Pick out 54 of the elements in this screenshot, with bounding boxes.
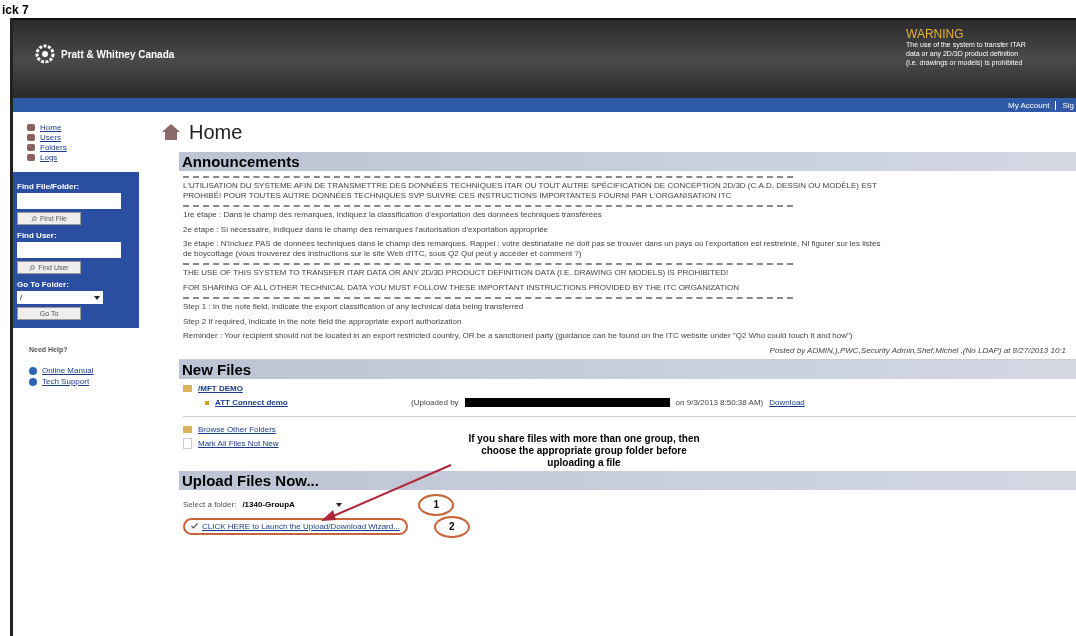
brand-name: Pratt & Whitney Canada	[61, 48, 175, 60]
search-icon	[29, 265, 36, 272]
folder-icon	[183, 385, 192, 392]
caret-icon	[94, 295, 100, 300]
document-caption: ick 7	[1, 3, 29, 17]
sidebar-link[interactable]: Users	[40, 132, 61, 142]
announcement-text: THE USE OF THIS SYSTEM TO TRANSFER ITAR DATA OR ANY 2D/3D PRODUCT DEFINITION DATA (I.E. DRAWING OR MODELS) IS PROHIBITED!	[183, 268, 730, 278]
input-field[interactable]	[17, 242, 121, 258]
announcement-text: 2e étape : Si nécessaire, indiquez dans le champ des remarques l'autorisation d'exportation appropriée	[183, 224, 550, 234]
mark-all-link[interactable]: Mark All Files Not New	[198, 439, 279, 448]
section-header: Upload Files Now...	[179, 470, 1076, 490]
section-header: Announcements	[179, 152, 1076, 171]
step-marker: 1	[418, 493, 455, 516]
input-field[interactable]	[17, 193, 121, 209]
step-marker: 2	[433, 515, 470, 538]
wizard-link[interactable]: CLICK HERE to Launch the Upload/Download Wizard...	[183, 518, 408, 535]
folder-dropdown[interactable]: /	[17, 291, 103, 304]
logo-icon	[35, 44, 55, 64]
check-icon	[191, 523, 198, 529]
field-label: Find User:	[17, 231, 58, 240]
caret-icon	[336, 502, 343, 507]
house-icon	[161, 123, 181, 141]
announcement-text: 3e étape : N'incluez PAS de données techniques dans le champ des remarques. Rappel : votre destinataire ne doit pas se trouver dans un pays où l'exportation est restreinte, NI figurer sur les listes de boycottage (vous trouverez des instructions sur le site Web d'ITC, sous Q2 Qui peut y accéder et comment ?)	[183, 239, 882, 258]
announcement-text: L'UTILISATION DU SYSTEME AFIN DE TRANSMETTRE DES DONNÉES TECHNIQUES ITAR OU TOUT AUTRE SPÉCIFICATION DE CONCEPTION 2D/3D (C.A.D. DESSIN OU MODÈLE) EST PROHIBÉ! POUR TOUTES AUTRE DONNÉES TECHNIQUES SVP SUIVRE CES INSTRUCTIONS IMPORTANTES FOURNI PAR L'ORGANISATION ITC	[183, 181, 878, 200]
nav-link[interactable]: Sig	[1055, 100, 1074, 110]
announcement-text: FOR SHARING OF ALL OTHER TECHNICAL DATA YOU MUST FOLLOW THESE IMPORTANT INSTRUCTIONS PROVIDED BY THE ITC ORGANIZATION	[183, 282, 740, 292]
upload-date-text: on 9/3/2013 8:50:38 AM)	[675, 398, 764, 407]
download-link[interactable]: Download	[769, 398, 805, 407]
sidebar-link[interactable]: Logs	[40, 152, 58, 162]
announcement-text: Reminder : Your recipient should not be located in an export restricted country, OR be a sanctioned party (guidance can be found on the ITC website under "Q2 Who could touch it and how")	[183, 331, 854, 341]
help-link[interactable]: Tech Support	[42, 377, 90, 386]
file-link[interactable]: ATT Connect demo	[215, 398, 405, 407]
announcement-text: Step 1 : In the note field, indicate the export classification of any technical data being transferred	[183, 302, 525, 312]
new-file-icon	[205, 400, 209, 405]
folder-dropdown[interactable]: /1340-GroupA	[242, 500, 343, 509]
nav-link[interactable]: My Account	[1008, 100, 1050, 110]
page-title: Home	[189, 120, 243, 144]
field-label: Go To Folder:	[17, 280, 70, 289]
browse-folders-link[interactable]: Browse Other Folders	[198, 425, 276, 434]
sidebar-link[interactable]: Folders	[40, 142, 67, 152]
warning-title: WARNING	[906, 28, 965, 40]
help-link[interactable]: Online Manual	[42, 366, 94, 375]
folder-link[interactable]: /MFT DEMO	[198, 384, 243, 393]
posted-by-text: Posted by ADMIN,),PWC,Security Admin,Shef,Michel ,(No LDAP) at 8/27/2013 10:1	[768, 345, 1067, 355]
sidebar-link[interactable]: Home	[40, 122, 62, 132]
announcement-text: Step 2 If required, indicate in the note field the appropriate export authorization	[183, 316, 463, 326]
document-icon	[183, 438, 192, 449]
announcement-text: 1re étape : Dans le champ des remarques, indiquez la classification d'exportation des données techniques transférées	[183, 210, 603, 220]
select-label: Select a folder:	[183, 500, 237, 509]
callout-text: If you share files with more than one group, then choose the appropriate group folder before uploading a file	[467, 432, 701, 469]
uploaded-by-text: (Uploaded by	[411, 398, 459, 407]
folder-icon	[183, 426, 192, 433]
search-icon	[31, 216, 38, 223]
field-label: Find File/Folder:	[17, 182, 81, 191]
